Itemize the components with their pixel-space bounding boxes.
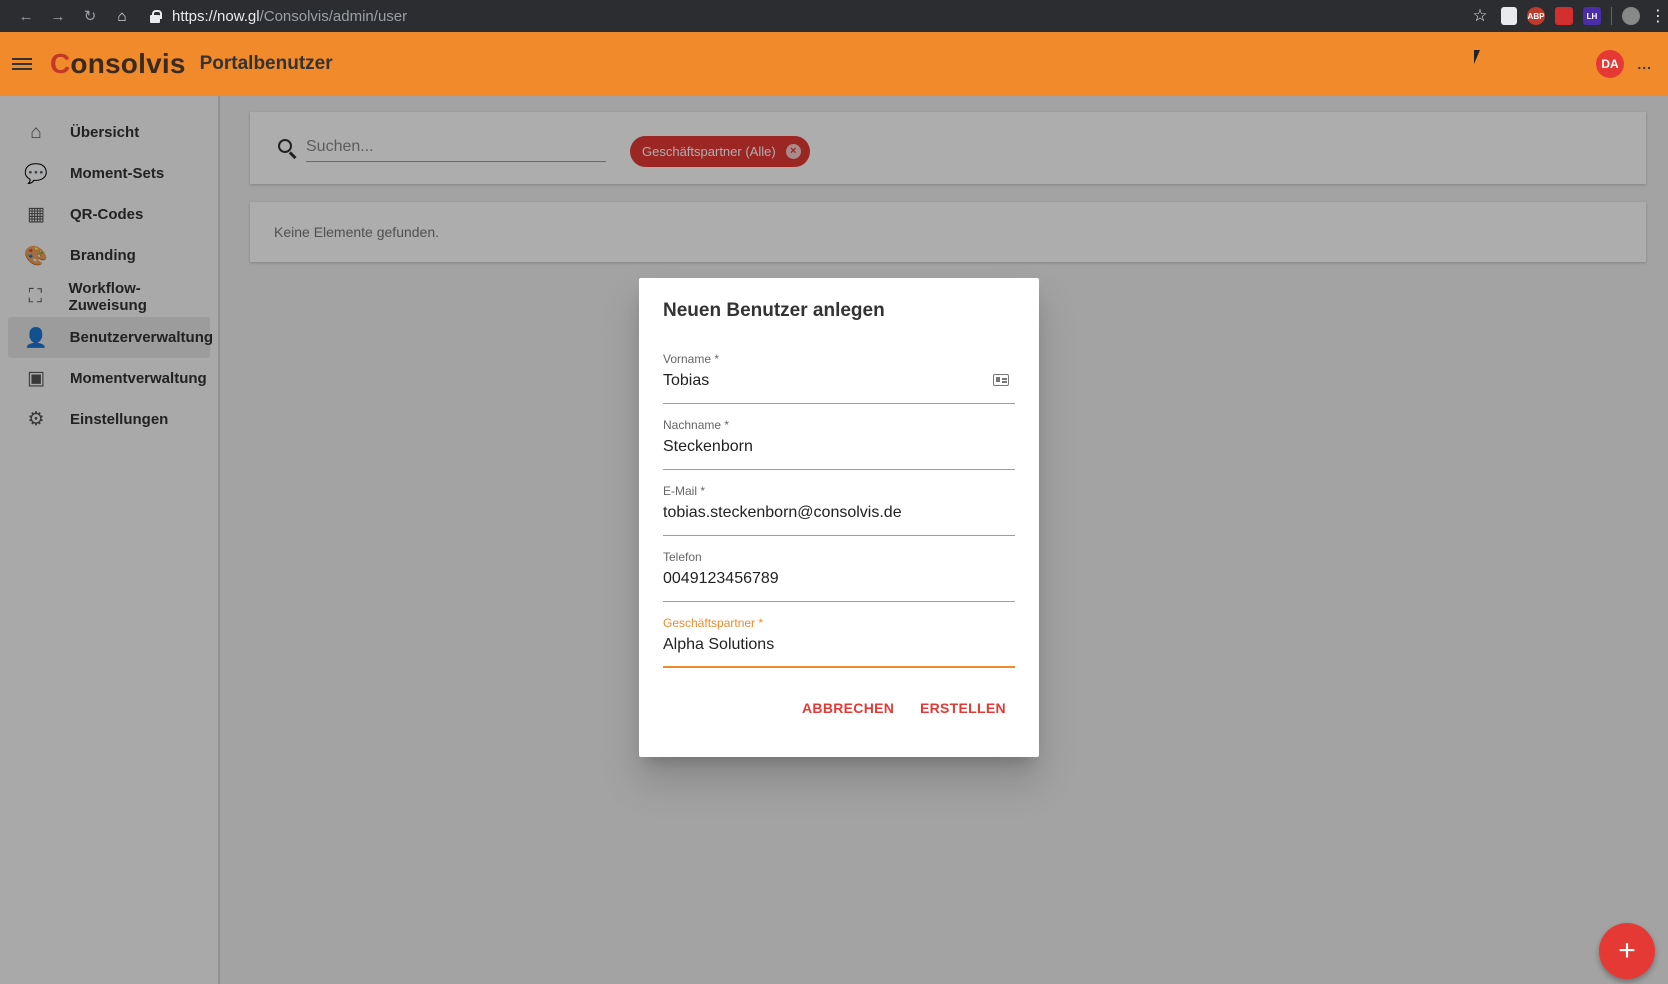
field-label: Telefon	[663, 550, 702, 564]
profile-avatar-icon[interactable]	[1622, 7, 1640, 25]
lighthouse-extension-icon[interactable]: LH	[1583, 7, 1601, 25]
field-label: Vorname *	[663, 352, 720, 366]
home-icon[interactable]: ⌂	[106, 3, 138, 29]
more-options-icon[interactable]: ...	[1637, 56, 1652, 72]
calendar-extension-icon[interactable]	[1555, 7, 1573, 25]
extensions-bar: ☆ ABP LH ⋮	[1469, 0, 1668, 32]
business-partner-input[interactable]	[663, 632, 983, 658]
forward-icon[interactable]: →	[42, 3, 74, 29]
email-field: E-Mail *	[663, 484, 1015, 536]
first-name-input[interactable]	[663, 368, 983, 394]
field-label: Geschäftspartner *	[663, 616, 764, 630]
last-name-field: Nachname *	[663, 418, 1015, 470]
lock-icon	[148, 9, 162, 23]
mouse-cursor-icon	[1474, 50, 1486, 64]
browser-menu-icon[interactable]: ⋮	[1650, 6, 1666, 26]
cancel-button[interactable]: ABBRECHEN	[802, 700, 894, 716]
dialog-title: Neuen Benutzer anlegen	[663, 300, 885, 321]
browser-nav: ← → ↻ ⌂	[10, 3, 138, 29]
reload-icon[interactable]: ↻	[74, 3, 106, 29]
last-name-input[interactable]	[663, 434, 983, 460]
page-title: Portalbenutzer	[199, 53, 333, 74]
address-bar[interactable]: https://now.gl/Consolvis/admin/user	[148, 8, 407, 25]
back-icon[interactable]: ←	[10, 3, 42, 29]
hamburger-menu-icon[interactable]	[12, 55, 36, 73]
adblock-extension-icon[interactable]: ABP	[1527, 7, 1545, 25]
phone-input[interactable]	[663, 566, 983, 592]
user-avatar[interactable]: DA	[1596, 50, 1624, 78]
app-header: Consolvis Portalbenutzer DA ...	[0, 32, 1668, 96]
create-user-dialog: Neuen Benutzer anlegen Vorname * Nachnam…	[639, 278, 1039, 757]
shield-extension-icon[interactable]	[1501, 7, 1517, 25]
field-label: E-Mail *	[663, 484, 706, 498]
field-label: Nachname *	[663, 418, 730, 432]
add-user-button[interactable]: +	[1599, 923, 1655, 979]
first-name-field: Vorname *	[663, 352, 1015, 404]
create-button[interactable]: ERSTELLEN	[920, 700, 1006, 716]
url-host: https://now.gl	[172, 7, 260, 25]
business-partner-field: Geschäftspartner *	[663, 616, 1015, 668]
browser-toolbar: ← → ↻ ⌂ https://now.gl/Consolvis/admin/u…	[0, 0, 1668, 32]
bookmark-star-icon[interactable]: ☆	[1469, 6, 1491, 26]
phone-field: Telefon	[663, 550, 1015, 602]
url-path: /Consolvis/admin/user	[259, 7, 408, 25]
consolvis-logo: Consolvis	[50, 48, 186, 79]
toolbar-divider	[1611, 7, 1612, 25]
contact-card-icon[interactable]	[993, 374, 1009, 386]
email-input[interactable]	[663, 500, 983, 526]
